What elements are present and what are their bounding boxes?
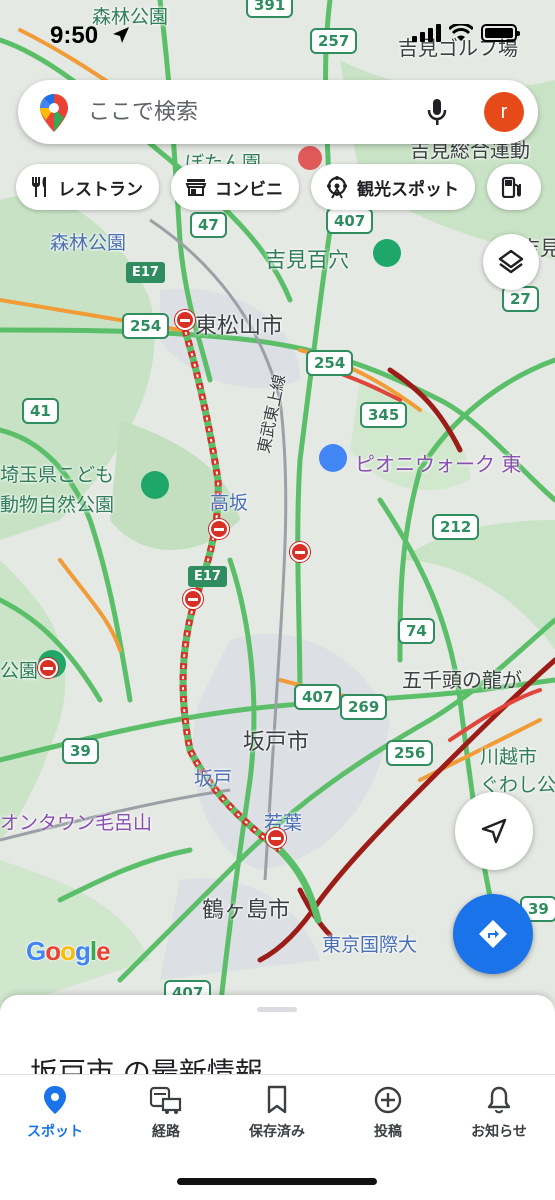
location-arrow-icon — [113, 27, 129, 43]
search-bar[interactable]: r — [18, 80, 538, 144]
gas-station-icon — [501, 176, 521, 198]
place-label[interactable]: 公園 — [0, 656, 38, 683]
nav-tab-explore[interactable]: スポット — [0, 1085, 110, 1141]
road-closure-icon[interactable] — [175, 310, 195, 330]
my-location-button[interactable] — [455, 792, 533, 870]
chip-label: コンビニ — [215, 179, 283, 200]
chip-gas-stations[interactable] — [487, 164, 541, 210]
place-label[interactable]: ピオニウォーク 東 — [355, 448, 521, 477]
store-icon — [185, 179, 207, 196]
commute-icon — [149, 1086, 182, 1114]
navigation-arrow-icon — [481, 818, 507, 844]
chip-label: 観光スポット — [357, 179, 459, 200]
place-label[interactable]: 坂戸市 — [243, 724, 309, 756]
road-closure-icon[interactable] — [38, 658, 58, 678]
status-bar: 9:50 — [0, 0, 555, 74]
account-avatar[interactable]: r — [484, 92, 524, 132]
route-shield: 39 — [62, 738, 99, 764]
nav-label: スポット — [27, 1124, 83, 1140]
route-shield: 74 — [398, 618, 435, 644]
nav-label: 保存済み — [249, 1124, 305, 1140]
place-label[interactable]: 東京国際大 — [322, 930, 417, 957]
nav-label: 経路 — [152, 1124, 180, 1140]
road-closure-icon[interactable] — [209, 519, 229, 539]
route-shield: 254 — [306, 350, 354, 376]
bookmark-icon — [267, 1085, 287, 1114]
cellular-signal-icon — [412, 24, 441, 42]
chip-attractions[interactable]: 観光スポット — [311, 164, 475, 210]
route-shield: 41 — [22, 398, 59, 424]
route-shield: E17 — [188, 566, 227, 587]
nav-tab-contribute[interactable]: 投稿 — [333, 1085, 443, 1141]
bell-icon — [487, 1086, 511, 1114]
place-label[interactable]: オンタウン毛呂山 — [0, 808, 152, 835]
route-shield: 269 — [340, 694, 388, 720]
place-label[interactable]: 吉見百穴 — [265, 244, 349, 274]
place-label[interactable]: 坂戸 — [194, 764, 232, 791]
route-shield: 47 — [190, 212, 227, 238]
route-shield: 407 — [294, 684, 342, 710]
place-label[interactable]: 五千頭の龍が — [402, 664, 522, 693]
chip-convenience-stores[interactable]: コンビニ — [171, 164, 299, 210]
wifi-icon — [449, 24, 473, 41]
sheet-drag-handle[interactable] — [257, 1007, 297, 1012]
chip-restaurants[interactable]: レストラン — [16, 164, 159, 210]
road-closure-icon[interactable] — [183, 589, 203, 609]
route-shield: 407 — [326, 208, 374, 234]
nav-tab-updates[interactable]: お知らせ — [444, 1085, 554, 1141]
search-input[interactable] — [88, 80, 408, 144]
place-label[interactable]: 川越市 — [480, 742, 537, 769]
route-shield: 345 — [360, 402, 408, 428]
google-attribution: Google — [26, 936, 111, 966]
place-label[interactable]: 森林公園 — [50, 228, 126, 255]
add-circle-icon — [374, 1086, 402, 1114]
restaurant-icon — [32, 177, 46, 197]
road-closure-icon[interactable] — [290, 542, 310, 562]
status-time: 9:50 — [50, 22, 99, 49]
directions-button[interactable] — [453, 894, 533, 974]
layers-button[interactable] — [483, 234, 539, 290]
route-shield: E17 — [126, 262, 165, 283]
place-label[interactable]: 動物自然公園 — [0, 490, 114, 517]
route-shield: 256 — [386, 740, 434, 766]
home-indicator[interactable] — [177, 1178, 377, 1185]
place-label[interactable]: 高坂 — [210, 488, 248, 515]
explore-pin-icon — [44, 1086, 66, 1114]
google-maps-logo-icon — [40, 94, 68, 132]
place-label[interactable]: 鶴ヶ島市 — [202, 892, 290, 924]
nav-label: 投稿 — [374, 1124, 402, 1140]
road-closure-icon[interactable] — [266, 828, 286, 848]
place-label[interactable]: 埼玉県こども — [0, 460, 114, 487]
place-label[interactable]: 東松山市 — [195, 308, 283, 340]
nav-tab-saved[interactable]: 保存済み — [222, 1085, 332, 1141]
status-icons — [412, 24, 520, 42]
battery-icon — [481, 24, 520, 42]
category-chips: レストラン コンビニ 観光スポット — [16, 164, 541, 210]
attraction-icon — [327, 176, 347, 199]
chip-label: レストラン — [58, 179, 143, 200]
directions-icon — [479, 920, 507, 948]
route-shield: 254 — [122, 313, 170, 339]
layers-icon — [498, 249, 524, 274]
nav-label: お知らせ — [471, 1124, 527, 1140]
route-shield: 212 — [432, 514, 480, 540]
nav-tab-go[interactable]: 経路 — [111, 1085, 221, 1141]
microphone-icon[interactable] — [426, 97, 448, 127]
